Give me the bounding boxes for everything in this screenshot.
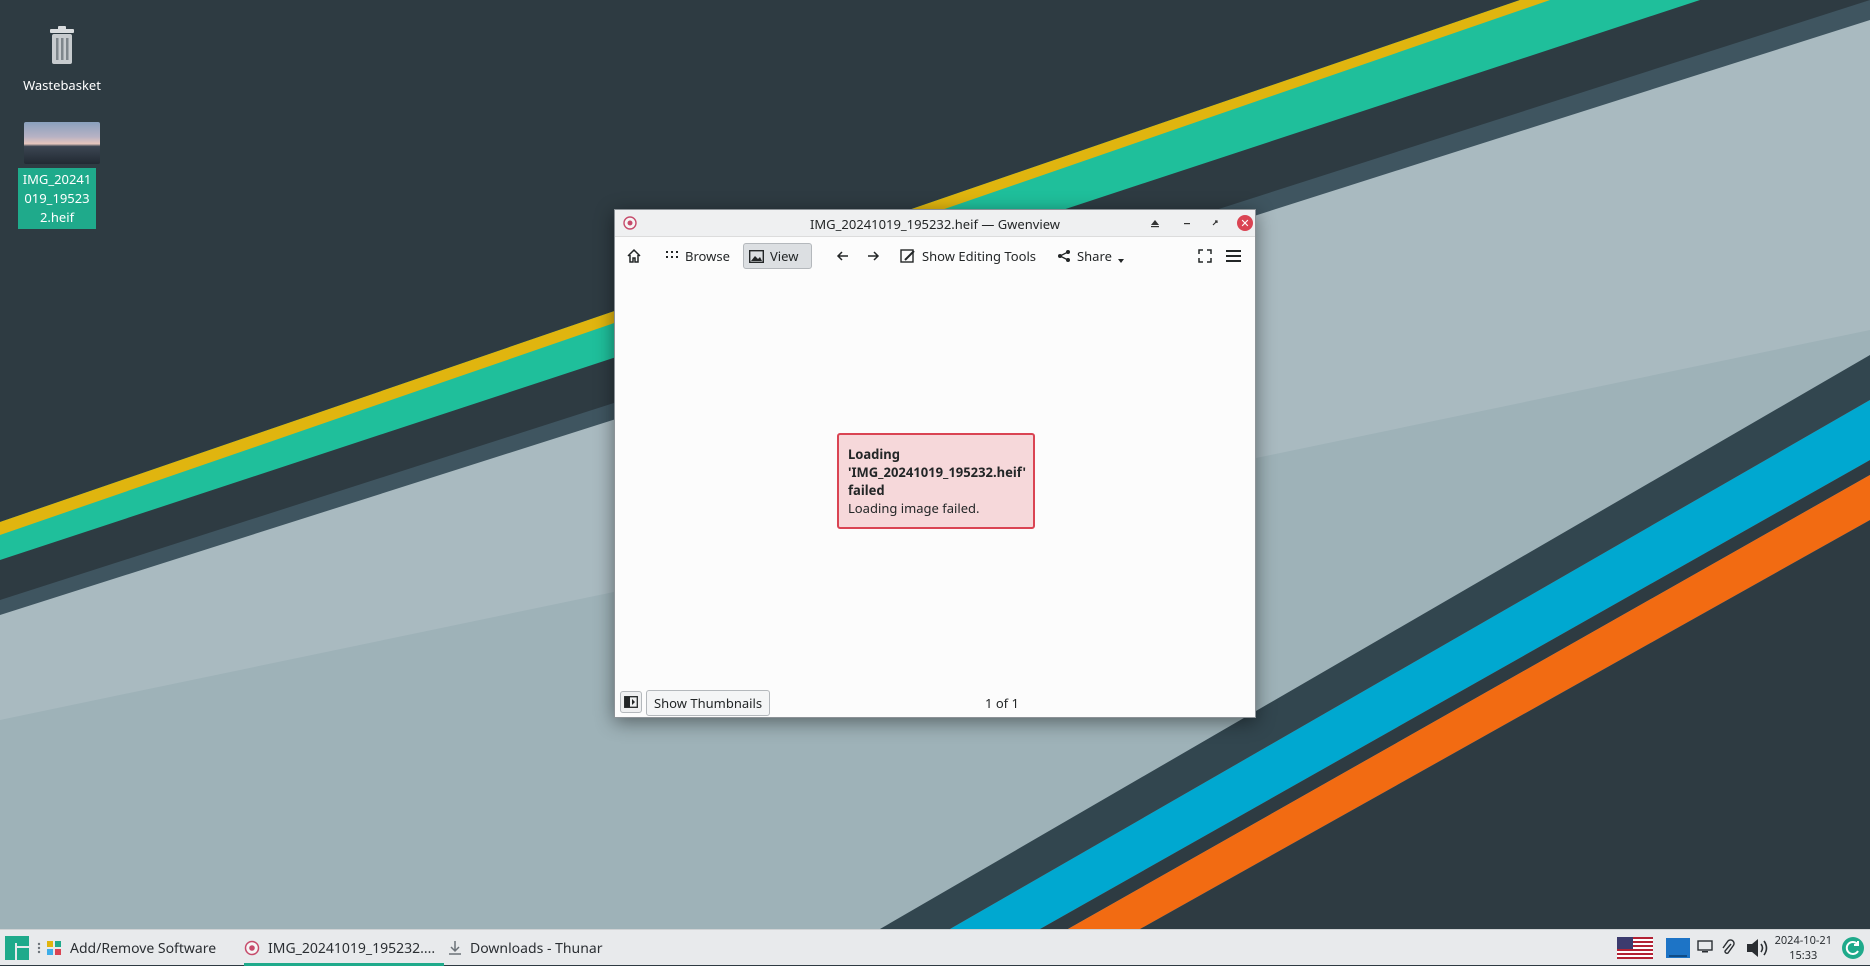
update-icon [1842,937,1864,959]
browse-label: Browse [685,247,730,265]
image-thumbnail [24,122,100,164]
minimize-icon [1184,223,1190,225]
display-tray-button[interactable] [1697,940,1713,958]
volume-tray-button[interactable] [1746,937,1770,963]
task-thunar-downloads[interactable]: Downloads - Thunar [448,930,602,966]
share-button[interactable]: Share [1052,243,1129,269]
workspace-switcher[interactable] [1666,938,1690,962]
grid-icon [666,251,678,258]
workspace-icon [1666,938,1690,958]
speaker-icon [1747,939,1768,957]
hamburger-menu-button[interactable] [1221,243,1246,269]
download-icon [449,941,461,955]
keyboard-layout-indicator[interactable] [1617,937,1653,963]
share-icon [1058,250,1070,262]
wastebasket-label: Wastebasket [23,76,101,94]
show-thumbnails-button[interactable]: Show Thumbnails [646,690,771,716]
window-titlebar[interactable]: IMG_20241019_195232.heif — Gwenview ✕ [615,210,1255,237]
taskbar: Add/Remove Software IMG_20241019_195232.… [0,929,1870,966]
next-button[interactable] [861,243,885,269]
image-file-label: IMG_20241019_195232.heif [18,168,96,229]
fullscreen-icon [1198,249,1212,263]
trash-icon [50,26,74,64]
status-bar: Show Thumbnails 1 of 1 [615,686,1255,717]
clock-date: 2024-10-21 [1774,933,1832,948]
show-editing-tools-button[interactable]: Show Editing Tools [895,243,1041,269]
us-flag-icon [1617,937,1653,959]
task-label: Add/Remove Software [70,938,217,958]
view-button[interactable]: View [743,243,812,269]
image-icon [749,249,764,263]
minimize-button[interactable] [1179,215,1195,231]
gwenview-app-icon [244,940,260,956]
image-file-desktop-icon[interactable]: IMG_20241019_195232.heif [17,122,107,229]
task-add-remove-software[interactable]: Add/Remove Software [46,930,216,966]
gwenview-window: IMG_20241019_195232.heif — Gwenview ✕ Br… [614,209,1256,718]
edit-image-icon [900,249,915,263]
task-label: IMG_20241019_195232.... [268,938,436,958]
task-label: Downloads - Thunar [470,938,603,958]
editing-tools-label: Show Editing Tools [922,247,1037,265]
monitor-icon [1697,940,1713,953]
arrow-left-icon [836,251,848,261]
previous-button[interactable] [831,243,855,269]
home-icon [627,248,641,263]
wastebasket-desktop-icon[interactable]: Wastebasket [17,24,107,97]
manjaro-logo-icon [5,936,29,960]
grip-dots-icon [37,942,41,954]
error-detail: Loading image failed. [848,499,980,517]
taskbar-grip[interactable] [37,930,41,966]
home-button[interactable] [621,243,647,269]
dropdown-arrow-icon [1117,259,1124,263]
fullscreen-button[interactable] [1193,243,1217,269]
error-title-line1: Loading [848,445,900,463]
close-button[interactable]: ✕ [1237,215,1253,231]
view-label: View [770,247,799,265]
arrow-right-icon [868,251,880,261]
sidebar-toggle-icon [624,696,638,708]
update-notifier-button[interactable] [1841,936,1865,964]
hamburger-menu-icon [1226,250,1241,262]
software-manager-icon [47,941,61,955]
main-toolbar: Browse View Show Editing Tools Share [615,237,1255,274]
thumbnail-bar-toggle-button[interactable] [620,691,642,713]
browse-button[interactable]: Browse [660,243,735,269]
image-view-area[interactable]: Loading 'IMG_20241019_195232.heif' faile… [615,273,1255,688]
restore-icon [1212,220,1218,226]
clipboard-tray-button[interactable] [1721,939,1735,961]
keep-above-button[interactable] [1147,215,1163,231]
maximize-button[interactable] [1207,215,1223,231]
close-icon: ✕ [1240,215,1250,231]
share-label: Share [1077,247,1112,265]
application-menu-button[interactable] [4,930,30,966]
error-filename: 'IMG_20241019_195232.heif' [848,463,1026,481]
clock-time: 15:33 [1789,948,1818,963]
page-counter: 1 of 1 [985,694,1019,712]
error-title-line3: failed [848,481,885,499]
error-message-box: Loading 'IMG_20241019_195232.heif' faile… [837,433,1035,529]
paperclip-icon [1722,939,1735,954]
keep-above-icon [1151,220,1159,228]
taskbar-clock[interactable]: 2024-10-21 15:33 [1775,933,1832,963]
task-gwenview[interactable]: IMG_20241019_195232.... [244,930,444,966]
